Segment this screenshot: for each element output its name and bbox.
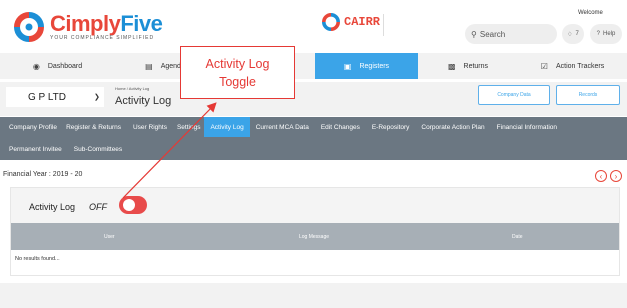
nav-label: Dashboard <box>47 62 83 70</box>
annotation-line-1: Activity Log <box>205 56 270 71</box>
financial-year: Financial Year : 2019 - 20 <box>3 171 83 178</box>
logo-mark-icon <box>14 12 44 42</box>
annotation-line-2: Toggle <box>219 74 256 89</box>
column-log-message[interactable]: Log Message <box>299 234 329 240</box>
tab-edit-changes[interactable]: Edit Changes <box>315 117 366 137</box>
search-box[interactable]: ⚲ Search <box>465 24 557 44</box>
sub-nav: Company Profile Register & Returns User … <box>0 117 627 160</box>
next-year-icon[interactable]: › <box>610 170 622 182</box>
tab-sub-committees[interactable]: Sub-Committees <box>68 139 128 159</box>
tab-current-mca-data[interactable]: Current MCA Data <box>250 117 315 137</box>
tab-register-returns[interactable]: Register & Returns <box>60 117 127 137</box>
nav-returns[interactable]: ▩ Returns <box>418 53 518 79</box>
brand-tagline: YOUR COMPLIANCE SIMPLIFIED <box>50 35 155 41</box>
toggle-knob <box>123 199 135 211</box>
dashboard-icon: ◉ <box>32 61 40 71</box>
tab-company-profile[interactable]: Company Profile <box>0 117 60 137</box>
folder-icon: ▣ <box>343 61 352 71</box>
document-icon: ▩ <box>447 61 456 71</box>
brand-logo[interactable]: CimplyFive YOUR COMPLIANCE SIMPLIFIED <box>14 11 163 42</box>
page-title: Activity Log <box>115 95 172 107</box>
search-placeholder: Search <box>479 29 506 39</box>
welcome-text: Welcome <box>578 10 603 16</box>
tracker-icon: ☑ <box>540 61 548 71</box>
cairr-mark-icon <box>322 13 340 31</box>
tab-activity-log[interactable]: Activity Log <box>204 117 250 137</box>
company-data-button[interactable]: Company Data <box>478 85 550 105</box>
activity-log-toggle[interactable] <box>119 196 147 214</box>
notification-button[interactable]: ♢ 7 <box>562 24 584 44</box>
activity-log-label: Activity Log <box>29 202 76 212</box>
chevron-down-icon[interactable]: ❯ <box>94 93 100 101</box>
cairr-logo[interactable]: CAIRR <box>322 13 380 31</box>
nav-label: Action Trackers <box>555 62 605 70</box>
question-icon: ? <box>596 31 600 37</box>
nav-dashboard[interactable]: ◉ Dashboard <box>0 53 115 79</box>
nav-label: Returns <box>463 62 489 70</box>
nav-action-trackers[interactable]: ☑ Action Trackers <box>518 53 627 79</box>
cairr-label: CAIRR <box>344 15 381 29</box>
activity-log-header: Activity Log OFF <box>11 188 619 223</box>
company-select-value: G P LTD <box>28 91 66 103</box>
activity-log-card: Activity Log OFF User Log Message Date N… <box>10 187 620 276</box>
brand-name: CimplyFive <box>50 11 163 36</box>
app-header: CimplyFive YOUR COMPLIANCE SIMPLIFIED CA… <box>0 0 627 48</box>
records-button[interactable]: Records <box>556 85 620 105</box>
tab-financial-information[interactable]: Financial Information <box>491 117 563 137</box>
column-user[interactable]: User <box>104 234 115 240</box>
help-button[interactable]: ? Help <box>590 24 622 44</box>
table-header: User Log Message Date <box>11 223 619 250</box>
company-select[interactable]: G P LTD <box>6 87 104 107</box>
help-label: Help <box>603 31 616 37</box>
tab-corporate-action-plan[interactable]: Corporate Action Plan <box>415 117 490 137</box>
breadcrumb[interactable]: Home / Activity Log <box>115 86 149 91</box>
tab-e-repository[interactable]: E-Repository <box>366 117 416 137</box>
previous-year-icon[interactable]: ‹ <box>595 170 607 182</box>
tab-user-rights[interactable]: User Rights <box>127 117 173 137</box>
bell-icon: ♢ <box>567 31 573 38</box>
column-date[interactable]: Date <box>512 234 523 240</box>
nav-registers[interactable]: ▣ Registers <box>315 53 418 79</box>
tab-settings[interactable]: Settings <box>173 117 205 137</box>
header-divider <box>383 14 384 36</box>
search-icon: ⚲ <box>471 29 477 39</box>
notification-count: 7 <box>575 31 579 37</box>
nav-label: Registers <box>359 62 390 70</box>
list-icon: ▤ <box>145 61 153 71</box>
activity-log-state: OFF <box>89 202 107 212</box>
annotation-callout: Activity Log Toggle <box>180 46 295 99</box>
footer-band <box>0 283 627 308</box>
empty-state: No results found... <box>15 256 60 262</box>
tab-permanent-invitee[interactable]: Permanent Invitee <box>0 139 68 159</box>
main-nav: ◉ Dashboard ▤ Agenda ▣ Registers ▩ Retur… <box>0 53 627 79</box>
